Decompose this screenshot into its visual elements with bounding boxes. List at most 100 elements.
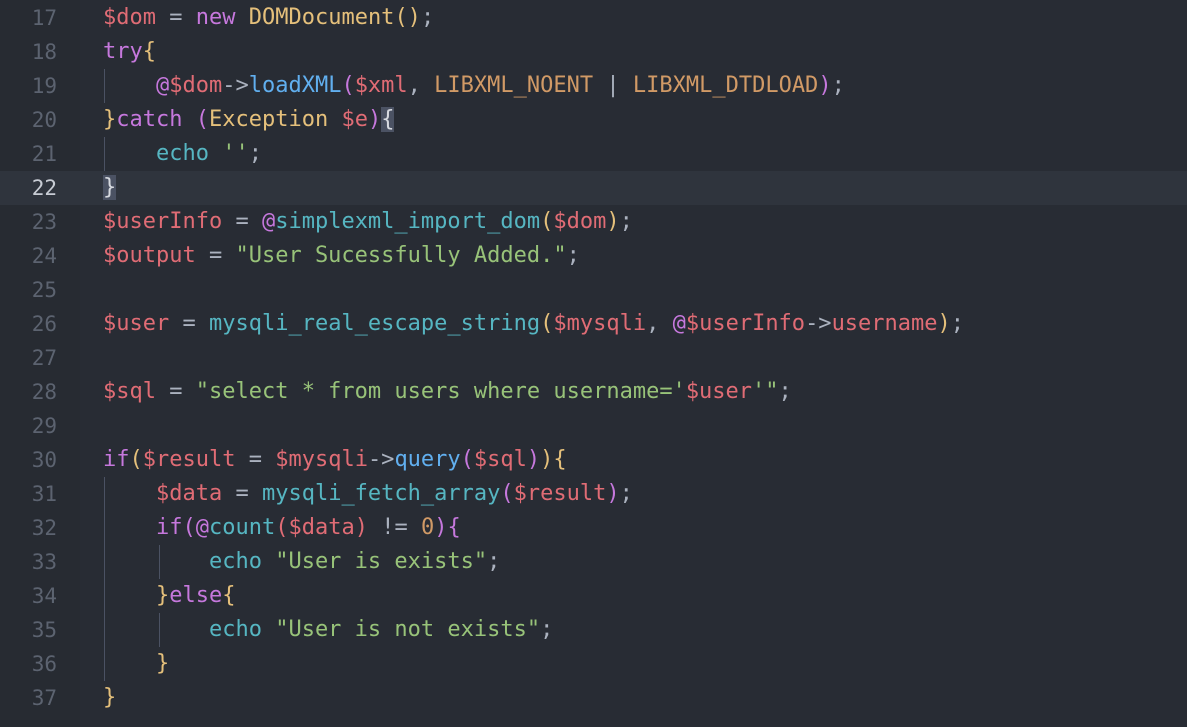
code-token: } (103, 175, 117, 200)
code-line[interactable]: 26 $user = mysqli_real_escape_string($mys… (0, 307, 1187, 341)
line-code[interactable]: $output = "User Sucessfully Added."; (103, 239, 580, 273)
code-line[interactable]: 20}catch (Exception $e){ (0, 103, 1187, 137)
line-number: 25 (31, 278, 57, 302)
code-line[interactable]: 31 $data = mysqli_fetch_array($result); (0, 477, 1187, 511)
code-token: ; (540, 617, 554, 642)
code-token: ; (619, 481, 633, 506)
code-token: echo (208, 549, 262, 574)
code-token: | (593, 73, 633, 98)
code-line[interactable]: 33 echo "User is exists"; (0, 545, 1187, 579)
code-token: ) (540, 447, 554, 472)
line-code[interactable]: } (103, 681, 116, 715)
code-token: } (103, 685, 117, 710)
code-token: , (407, 73, 435, 98)
code-token: $sql (473, 447, 527, 472)
code-token: { (381, 107, 395, 132)
line-code[interactable]: $data = mysqli_fetch_array($result); (103, 477, 633, 511)
code-token: ; (566, 243, 580, 268)
code-line[interactable]: 22} (0, 171, 1187, 205)
code-token: LIBXML_DTDLOAD (632, 73, 819, 98)
code-token: { (553, 447, 567, 472)
line-number: 17 (31, 6, 57, 30)
code-token: $data (155, 481, 223, 506)
code-line[interactable]: 30 if($result = $mysqli->query($sql)){ (0, 443, 1187, 477)
line-code[interactable]: if($result = $mysqli->query($sql)){ (103, 443, 567, 477)
code-token: mysqli_real_escape_string (208, 311, 541, 336)
code-line[interactable]: 23 $userInfo = @simplexml_import_dom($dom… (0, 205, 1187, 239)
code-line[interactable]: 35 echo "User is not exists"; (0, 613, 1187, 647)
code-token: "User Sucessfully Added." (235, 243, 567, 268)
line-number: 23 (31, 210, 57, 234)
line-code[interactable]: if(@count($data) != 0){ (103, 511, 461, 545)
code-token: ( (540, 209, 554, 234)
line-code[interactable]: echo ''; (103, 137, 262, 171)
line-number: 19 (31, 74, 57, 98)
line-code[interactable]: } (103, 647, 169, 681)
code-token: "User is not exists" (275, 617, 541, 642)
code-token: $mysqli (275, 447, 368, 472)
code-token: new (195, 5, 236, 30)
code-token: '" (752, 379, 779, 404)
code-token: } (155, 651, 170, 676)
code-line[interactable]: 18 try{ (0, 35, 1187, 69)
code-editor[interactable]: 17 $dom = new DOMDocument(); 18 try{19 @$do… (0, 0, 1187, 727)
line-number: 30 (31, 448, 57, 472)
code-line[interactable]: 27 (0, 341, 1187, 375)
code-line[interactable]: 28 $sql = "select * from users where user… (0, 375, 1187, 409)
code-token: ( (460, 447, 474, 472)
code-line[interactable]: 36 } (0, 647, 1187, 681)
line-code[interactable]: @$dom->loadXML($xml, LIBXML_NOENT | LIBX… (103, 69, 845, 103)
code-line[interactable]: 19 @$dom->loadXML($xml, LIBXML_NOENT | L… (0, 69, 1187, 103)
line-code[interactable]: }else{ (103, 579, 235, 613)
line-code[interactable]: $userInfo = @simplexml_import_dom($dom); (103, 205, 633, 239)
code-token: , (646, 311, 673, 336)
line-code[interactable]: try{ (103, 35, 156, 69)
code-token: Exception (208, 107, 329, 132)
line-number: 33 (31, 550, 57, 574)
code-token: $mysqli (553, 311, 647, 336)
code-token: = (195, 243, 236, 268)
code-line[interactable]: 21 echo ''; (0, 137, 1187, 171)
line-code[interactable]: $dom = new DOMDocument(); (103, 1, 434, 35)
code-line[interactable]: 29 (0, 409, 1187, 443)
line-number: 21 (31, 142, 57, 166)
line-number: 22 (31, 176, 57, 200)
line-code[interactable]: $user = mysqli_real_escape_string($mysql… (103, 307, 964, 341)
code-token: LIBXML_NOENT (434, 73, 594, 98)
line-code[interactable]: echo "User is not exists"; (103, 613, 553, 647)
code-token: @ (155, 73, 170, 98)
code-token: ( (275, 515, 289, 540)
code-line[interactable]: 34 }else{ (0, 579, 1187, 613)
line-code[interactable]: } (103, 171, 117, 205)
code-token: { (142, 39, 156, 64)
code-token: simplexml_import_dom (275, 209, 541, 234)
line-number: 31 (31, 482, 57, 506)
code-line[interactable]: 25 (0, 273, 1187, 307)
code-line[interactable]: 32 if(@count($data) != 0){ (0, 511, 1187, 545)
code-token: ) (606, 209, 620, 234)
code-line[interactable]: 17 $dom = new DOMDocument(); (0, 1, 1187, 35)
line-code[interactable]: $sql = "select * from users where userna… (103, 375, 792, 409)
indent-guide (104, 69, 105, 103)
code-token: ; (420, 5, 435, 30)
code-token: 0 (420, 515, 435, 540)
line-code[interactable]: echo "User is exists"; (103, 545, 500, 579)
code-token: loadXML (248, 73, 342, 98)
code-token: ) (526, 447, 541, 472)
code-token: ( (195, 107, 209, 132)
code-token: ( (540, 311, 554, 336)
code-token: ( (341, 73, 355, 98)
code-token: $output (103, 243, 196, 268)
code-line[interactable]: 24 $output = "User Sucessfully Added."; (0, 239, 1187, 273)
line-number: 35 (31, 618, 57, 642)
line-code[interactable]: }catch (Exception $e){ (103, 103, 395, 137)
code-line[interactable]: 37} (0, 681, 1187, 715)
code-token: -> (367, 447, 395, 472)
code-token: @ (261, 209, 276, 234)
